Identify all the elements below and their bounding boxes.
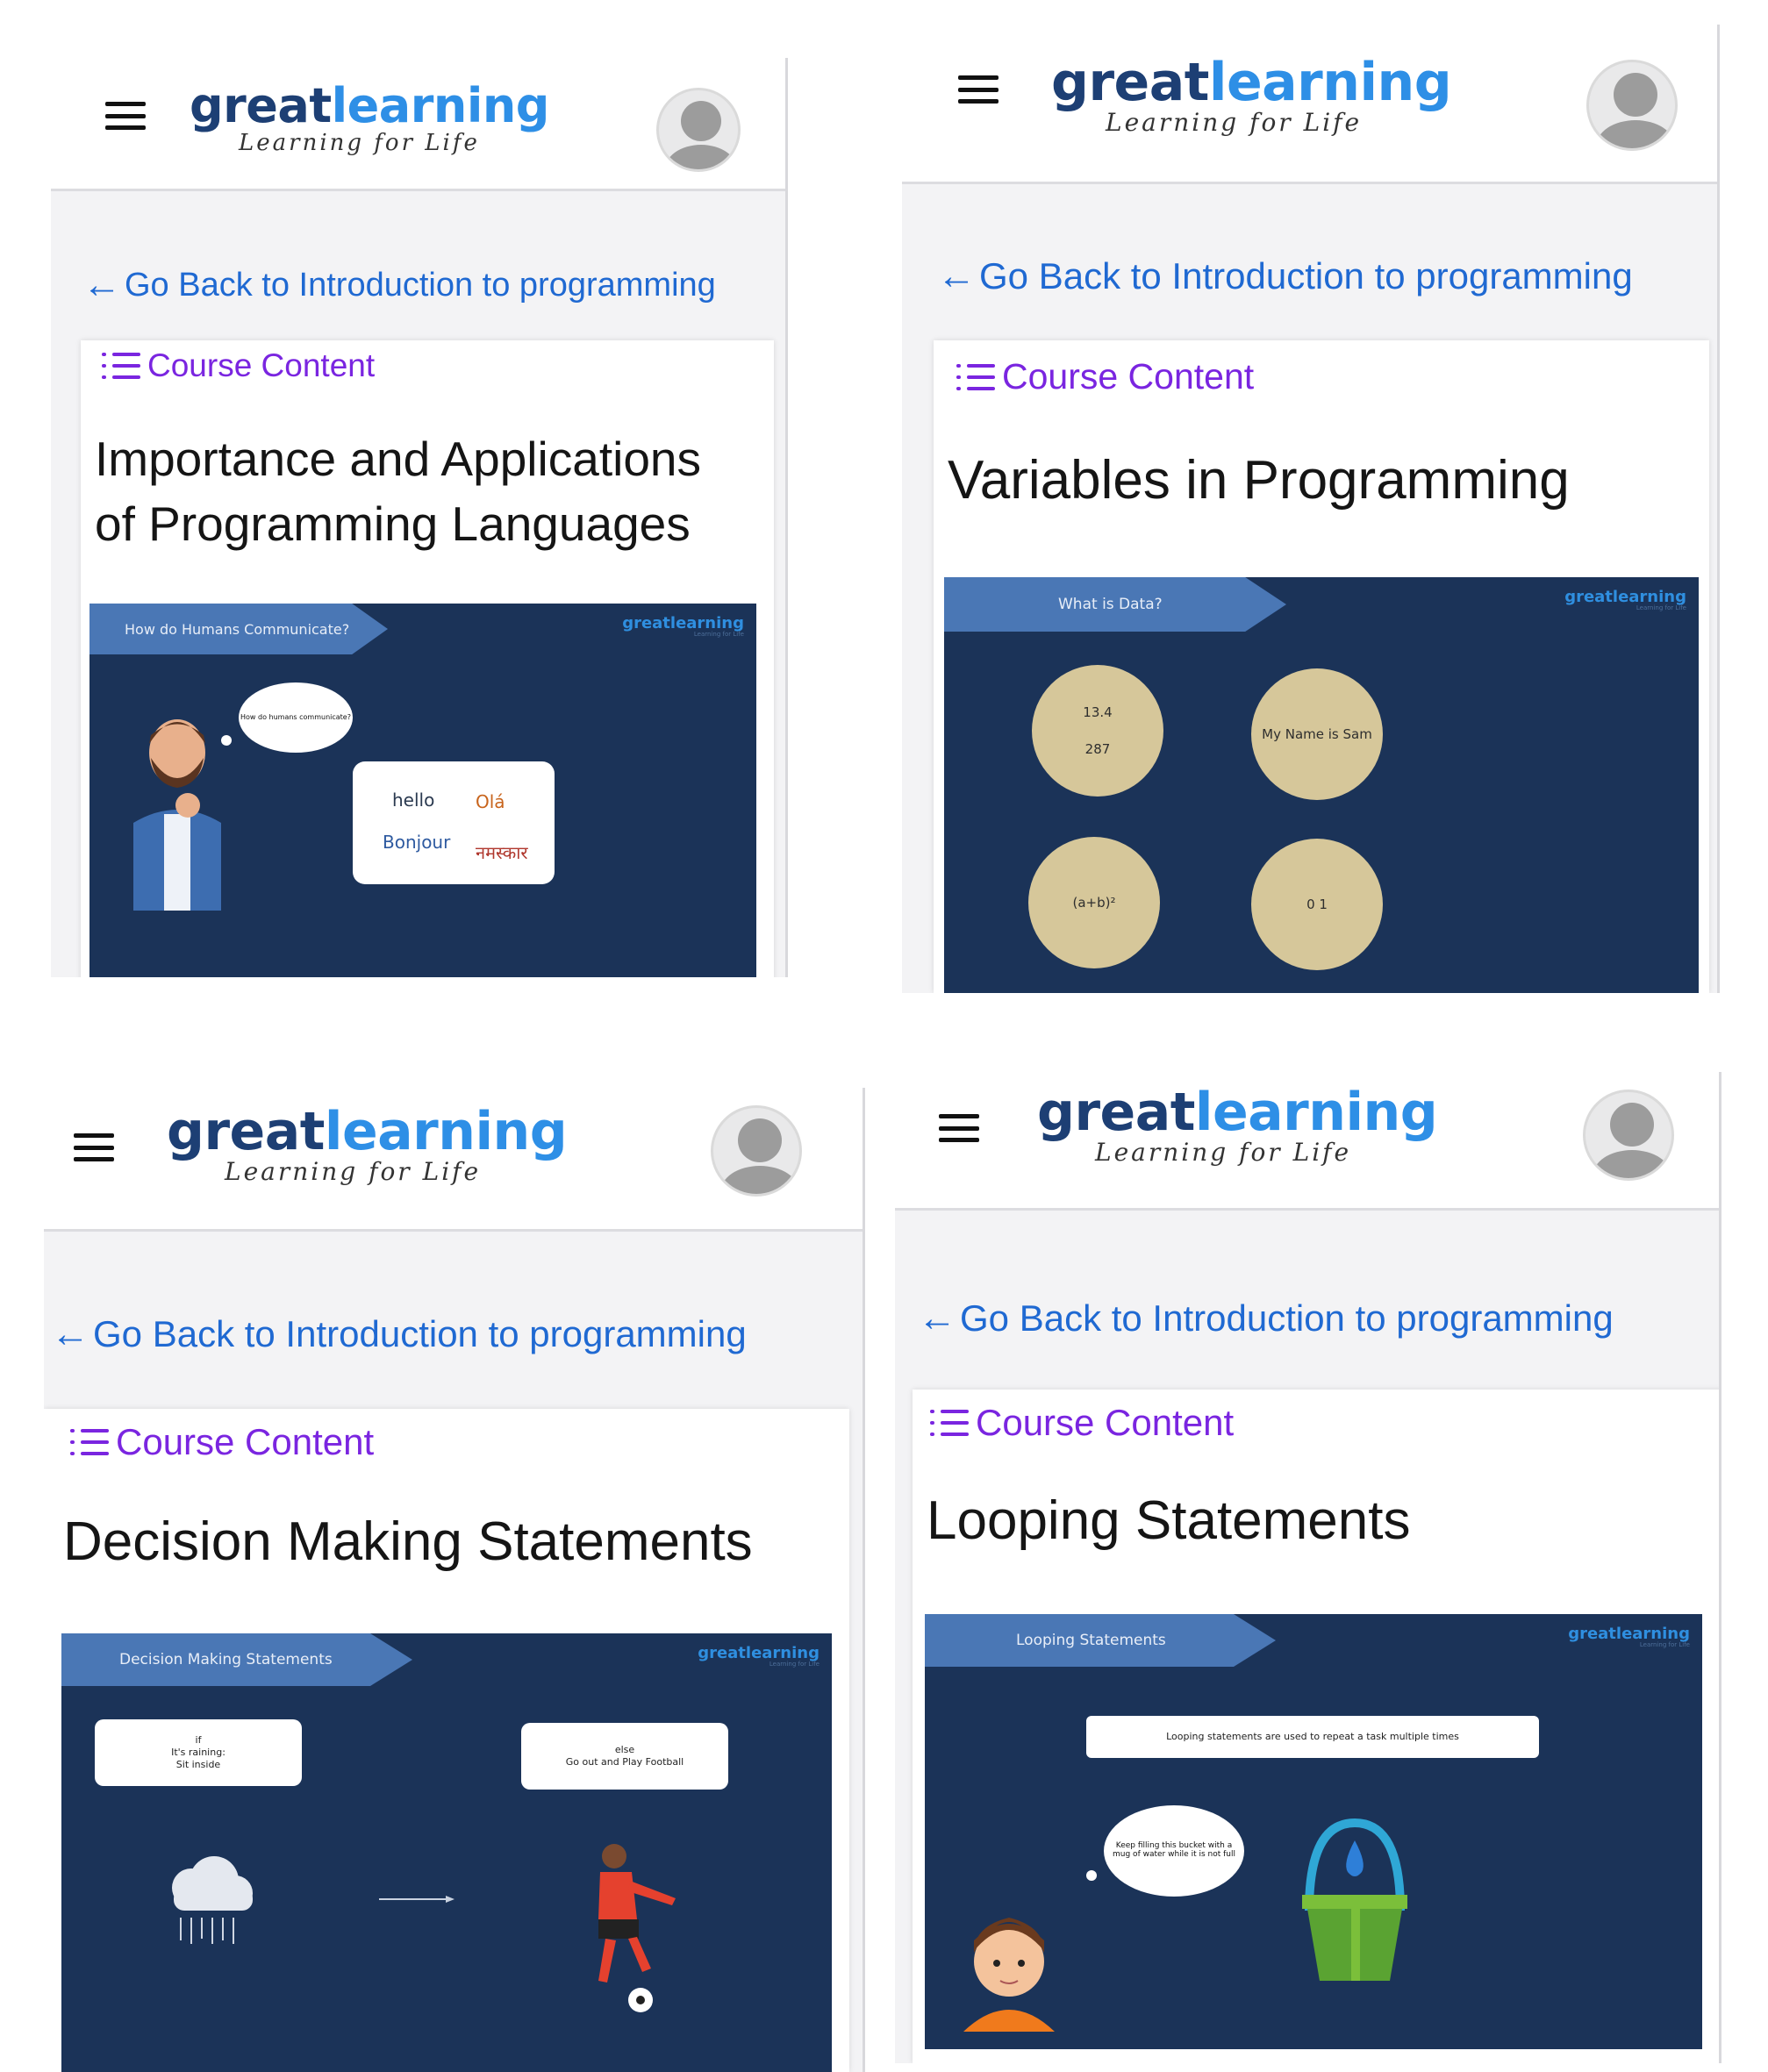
- list-icon: [102, 351, 140, 381]
- slide-logo: greatlearning Learning for Life: [1564, 588, 1686, 611]
- course-content-toggle[interactable]: Course Content: [70, 1421, 374, 1463]
- lesson-title: Looping Statements: [927, 1490, 1411, 1551]
- greatlearning-logo[interactable]: greatlearning Learning for Life: [167, 1105, 568, 1184]
- hamburger-menu-icon[interactable]: [105, 102, 146, 130]
- lesson-slide[interactable]: Looping Statements greatlearning Learning…: [925, 1614, 1702, 2049]
- hamburger-menu-icon[interactable]: [958, 75, 999, 104]
- back-link[interactable]: ← Go Back to Introduction to programming: [937, 254, 1633, 298]
- user-avatar-icon[interactable]: [1586, 60, 1678, 151]
- hamburger-menu-icon[interactable]: [74, 1133, 114, 1161]
- lesson-card: Course Content Decision Making Statement…: [44, 1409, 849, 2072]
- lesson-slide[interactable]: Decision Making Statements greatlearning…: [61, 1633, 832, 2072]
- back-link[interactable]: ← Go Back to Introduction to programming: [918, 1297, 1614, 1340]
- lesson-card: Course Content Variables in Programming …: [934, 340, 1709, 993]
- data-circle-binary: 0 1: [1251, 839, 1383, 970]
- if-box: if It's raining: Sit inside: [95, 1719, 302, 1786]
- user-avatar-icon[interactable]: [711, 1105, 802, 1197]
- screenshot-panel-3: greatlearning Learning for Life ← Go Back…: [44, 1088, 865, 2072]
- hamburger-menu-icon[interactable]: [939, 1114, 979, 1142]
- data-circle-numbers: 13.4 287: [1032, 665, 1163, 797]
- greatlearning-logo[interactable]: greatlearning Learning for Life: [1051, 56, 1452, 135]
- back-link[interactable]: ← Go Back to Introduction to programming: [51, 1312, 747, 1356]
- data-circle-expression: (a+b)²: [1028, 837, 1160, 968]
- app-header: greatlearning Learning for Life: [44, 1088, 863, 1232]
- boy-illustration: [963, 1918, 1055, 2032]
- lesson-card: Course Content Looping Statements Loopin…: [913, 1390, 1719, 2063]
- thought-bubble: How do humans communicate?: [239, 682, 353, 753]
- slide-logo: greatlearning Learning for Life: [622, 614, 744, 638]
- slide-ribbon: Looping Statements: [925, 1614, 1276, 1667]
- screenshot-panel-4: greatlearning Learning for Life ← Go Back…: [895, 1072, 1721, 2063]
- user-avatar-icon[interactable]: [1583, 1090, 1674, 1181]
- bucket-icon: [1302, 1818, 1407, 1981]
- list-icon: [956, 362, 995, 392]
- thought-bubble: Keep filling this bucket with a mug of w…: [1104, 1805, 1244, 1897]
- greatlearning-logo[interactable]: greatlearning Learning for Life: [190, 82, 549, 155]
- screenshot-panel-2: greatlearning Learning for Life ← Go Back…: [902, 25, 1720, 993]
- list-icon: [70, 1427, 109, 1457]
- definition-banner: Looping statements are used to repeat a …: [1086, 1716, 1539, 1758]
- arrow-left-icon: ←: [51, 1312, 89, 1355]
- slide-ribbon: How do Humans Communicate?: [89, 604, 388, 654]
- app-header: greatlearning Learning for Life: [895, 1072, 1719, 1211]
- thinking-man-illustration: [133, 719, 221, 911]
- slide-logo: greatlearning Learning for Life: [698, 1644, 820, 1668]
- thought-dot: [221, 735, 232, 746]
- rain-cloud-icon: [172, 1856, 253, 1944]
- list-icon: [930, 1408, 969, 1438]
- arrow-right-icon: [379, 1896, 455, 1903]
- lesson-title: Variables in Programming: [948, 450, 1570, 511]
- slide-ribbon: Decision Making Statements: [61, 1633, 412, 1686]
- slide-logo: greatlearning Learning for Life: [1568, 1625, 1690, 1648]
- user-avatar-icon[interactable]: [656, 88, 741, 172]
- slide-ribbon: What is Data?: [944, 577, 1286, 632]
- greetings-box: hello Olá Bonjour नमस्कार: [353, 761, 555, 884]
- greatlearning-logo[interactable]: greatlearning Learning for Life: [1037, 1086, 1438, 1165]
- app-header: greatlearning Learning for Life: [51, 58, 785, 191]
- course-content-toggle[interactable]: Course Content: [102, 347, 375, 384]
- app-header: greatlearning Learning for Life: [902, 25, 1717, 184]
- lesson-slide[interactable]: How do Humans Communicate? greatlearning…: [89, 604, 756, 977]
- screenshot-panel-1: greatlearning Learning for Life ← Go Back…: [51, 58, 788, 977]
- else-box: else Go out and Play Football: [521, 1723, 728, 1790]
- course-content-toggle[interactable]: Course Content: [930, 1402, 1234, 1444]
- lesson-slide[interactable]: What is Data? greatlearning Learning for …: [944, 577, 1699, 993]
- lesson-card: Course Content Importance and Applicatio…: [81, 340, 774, 977]
- lesson-title: Decision Making Statements: [63, 1511, 753, 1572]
- arrow-left-icon: ←: [918, 1297, 956, 1340]
- arrow-left-icon: ←: [937, 254, 976, 297]
- data-circle-string: My Name is Sam: [1251, 668, 1383, 800]
- back-link[interactable]: ← Go Back to Introduction to programming: [82, 263, 716, 307]
- thought-dot: [1086, 1870, 1097, 1881]
- arrow-left-icon: ←: [82, 263, 121, 306]
- football-player-illustration: [598, 1844, 676, 2012]
- course-content-toggle[interactable]: Course Content: [956, 356, 1254, 397]
- lesson-title: Importance and Applications of Programmi…: [95, 432, 701, 552]
